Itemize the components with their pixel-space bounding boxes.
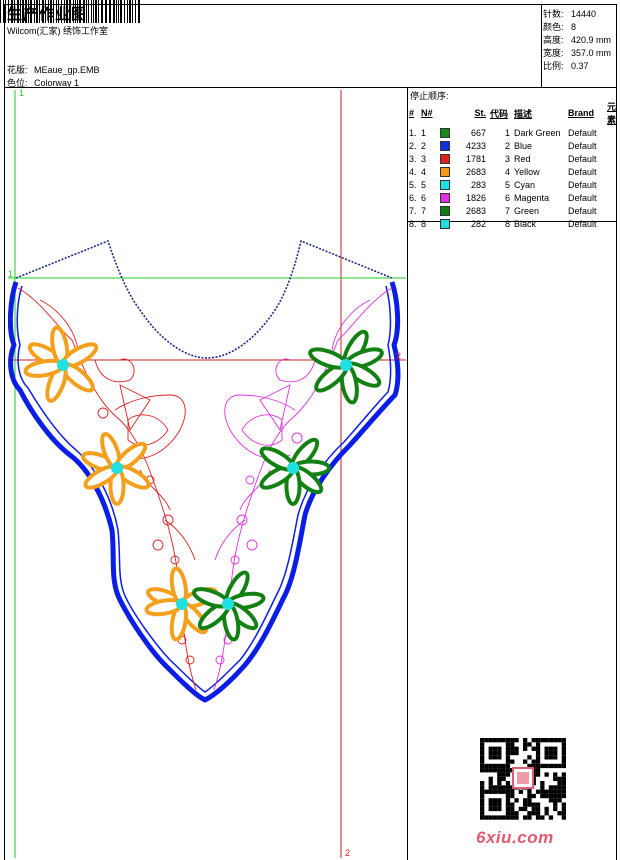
colorway-value: Colorway 1 — [34, 78, 80, 88]
table-row: 3. 3 1781 3 Red Default — [409, 153, 597, 164]
company-name: Wilcom(汇家) 绣饰工作室 — [7, 26, 108, 36]
color-swatch — [440, 179, 450, 190]
flower-green-2 — [259, 437, 331, 506]
table-row: 7. 7 2683 7 Green Default — [409, 205, 597, 216]
guide-v1-label: 1 — [19, 88, 25, 98]
flower-center — [340, 359, 352, 371]
header-divider — [4, 87, 616, 88]
flower-center — [111, 462, 123, 474]
design-label: 花版: — [7, 65, 28, 75]
table-row: 1. 1 667 1 Dark Green Default — [409, 127, 597, 138]
flower-green-1 — [308, 329, 384, 405]
frame-left — [4, 4, 5, 860]
collar-outline — [8, 281, 401, 703]
stat-height: 高度: 420.9 mm — [543, 35, 612, 45]
flower-center — [57, 359, 69, 371]
stat-scale: 比例: 0.37 — [543, 61, 589, 71]
table-header-row: # N# St. 代码 描述 Brand 元素 — [409, 102, 617, 125]
guide-h2-label: 2 — [396, 351, 402, 361]
page-title: 生产作业图 — [7, 6, 88, 23]
colorway: 色位: Colorway 1 — [7, 76, 79, 89]
table-row: 6. 6 1826 6 Magenta Default — [409, 192, 597, 203]
guide-h1-label: 1 — [8, 269, 14, 279]
stat-colors: 颜色: 8 — [543, 22, 577, 32]
color-swatch — [440, 192, 450, 203]
flower-center — [176, 598, 188, 610]
watermark-site: 6xiu.com — [476, 828, 554, 847]
table-row: 4. 4 2683 4 Yellow Default — [409, 166, 597, 177]
table-row: 8. 8 282 8 Black Default — [409, 218, 597, 229]
color-swatch — [440, 153, 450, 164]
design-value: MEaue_gp.EMB — [34, 65, 100, 75]
frame-top — [4, 4, 616, 5]
color-swatch — [440, 166, 450, 177]
flower-center — [222, 598, 234, 610]
color-swatch — [440, 205, 450, 216]
color-swatch — [440, 140, 450, 151]
color-swatch — [440, 218, 450, 229]
qr-code-icon — [480, 738, 566, 820]
stats-divider — [541, 4, 542, 87]
table-row: 2. 2 4233 2 Blue Default — [409, 140, 597, 151]
design-file: 花版: MEaue_gp.EMB — [7, 63, 100, 76]
flower-orange-1 — [23, 325, 99, 403]
stat-stitches: 针数: 14440 — [543, 9, 597, 19]
guide-v2-label: 2 — [345, 848, 351, 858]
color-sequence-table: # N# St. 代码 描述 Brand 元素 1. 1 667 1 Dark Gree… — [409, 100, 620, 230]
stat-width: 宽度: 357.0 mm — [543, 48, 612, 58]
embroidery-design — [8, 90, 406, 858]
table-row: 5. 5 283 5 Cyan Default — [409, 179, 597, 190]
panel-divider — [407, 87, 408, 860]
flower-center — [287, 462, 299, 474]
color-swatch — [440, 127, 450, 138]
